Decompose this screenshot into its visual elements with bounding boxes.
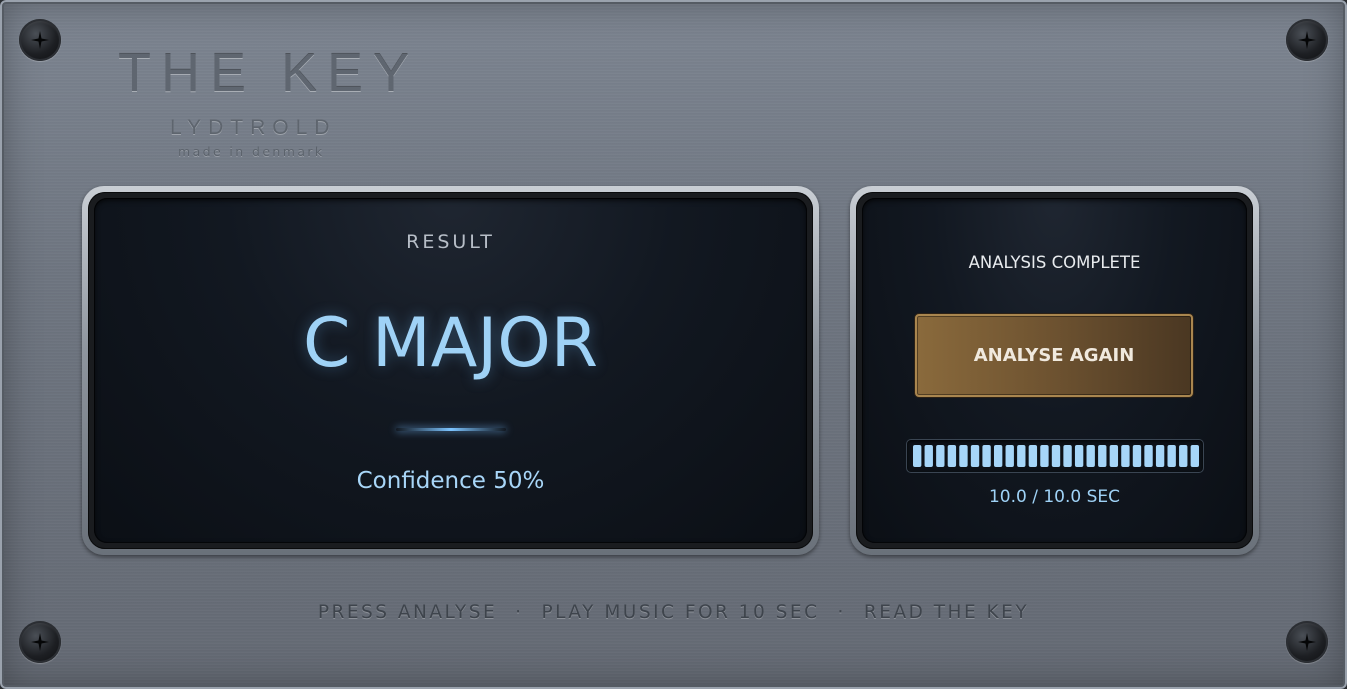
meter-segment: [947, 445, 957, 467]
elapsed-time: 10.0 / 10.0 SEC: [988, 487, 1121, 507]
result-label: RESULT: [406, 231, 495, 253]
progress-meter: [906, 439, 1204, 473]
meter-segment: [1190, 445, 1199, 467]
meter-segment: [993, 445, 1003, 467]
meter-segment: [1017, 445, 1026, 467]
meter-segment: [1098, 445, 1107, 467]
meter-segment: [959, 445, 968, 467]
analyse-again-button[interactable]: ANALYSE AGAIN: [915, 314, 1193, 397]
meter-segment: [1144, 445, 1153, 467]
instructions-footer: PRESS ANALYSE · PLAY MUSIC FOR 10 SEC · READ…: [0, 602, 1347, 623]
meter-segment: [913, 445, 922, 467]
result-screen: RESULT C MAJOR Confidence 50%: [94, 198, 807, 543]
meter-segment: [1132, 445, 1142, 467]
analysis-status: ANALYSIS COMPLETE: [968, 253, 1141, 272]
separator-dot: ·: [515, 602, 524, 623]
analysis-screen: ANALYSIS COMPLETE ANALYSE AGAIN 10.0 / 1…: [862, 198, 1247, 543]
brand-title: THE KEY: [118, 43, 420, 103]
meter-segment: [1179, 445, 1188, 467]
meter-segment: [1086, 445, 1095, 467]
meter-segment: [1167, 445, 1176, 467]
instruction-step-3: READ THE KEY: [863, 602, 1030, 623]
meter-segment: [1005, 445, 1014, 467]
screw-icon: [19, 621, 61, 663]
plugin-panel: THE KEY LYDTROLD made in denmark RESULT …: [0, 0, 1347, 689]
analysis-display: ANALYSIS COMPLETE ANALYSE AGAIN 10.0 / 1…: [850, 186, 1259, 555]
separator-dot: ·: [837, 602, 846, 623]
screw-icon: [1286, 19, 1328, 61]
meter-segment: [1074, 445, 1084, 467]
meter-segment: [982, 445, 991, 467]
meter-segment: [936, 445, 945, 467]
brand-maker: LYDTROLD: [170, 116, 337, 139]
brand-tagline: made in denmark: [178, 144, 325, 159]
detected-key: C MAJOR: [302, 304, 599, 383]
meter-segment: [970, 445, 980, 467]
meter-segment: [1063, 445, 1072, 467]
instruction-step-1: PRESS ANALYSE: [317, 602, 498, 623]
confidence-text: Confidence 50%: [356, 468, 545, 494]
key-underline-glow: [395, 428, 506, 431]
meter-segment: [1121, 445, 1130, 467]
meter-segment: [1051, 445, 1061, 467]
meter-segment: [1155, 445, 1165, 467]
result-display: RESULT C MAJOR Confidence 50%: [82, 186, 819, 555]
screw-icon: [19, 19, 61, 61]
screw-icon: [1286, 621, 1328, 663]
meter-segment: [1040, 445, 1049, 467]
meter-segment: [924, 445, 933, 467]
instruction-step-2: PLAY MUSIC FOR 10 SEC: [541, 602, 820, 623]
meter-segment: [1028, 445, 1038, 467]
progress-meter-segments: [913, 445, 1199, 467]
meter-segment: [1109, 445, 1119, 467]
